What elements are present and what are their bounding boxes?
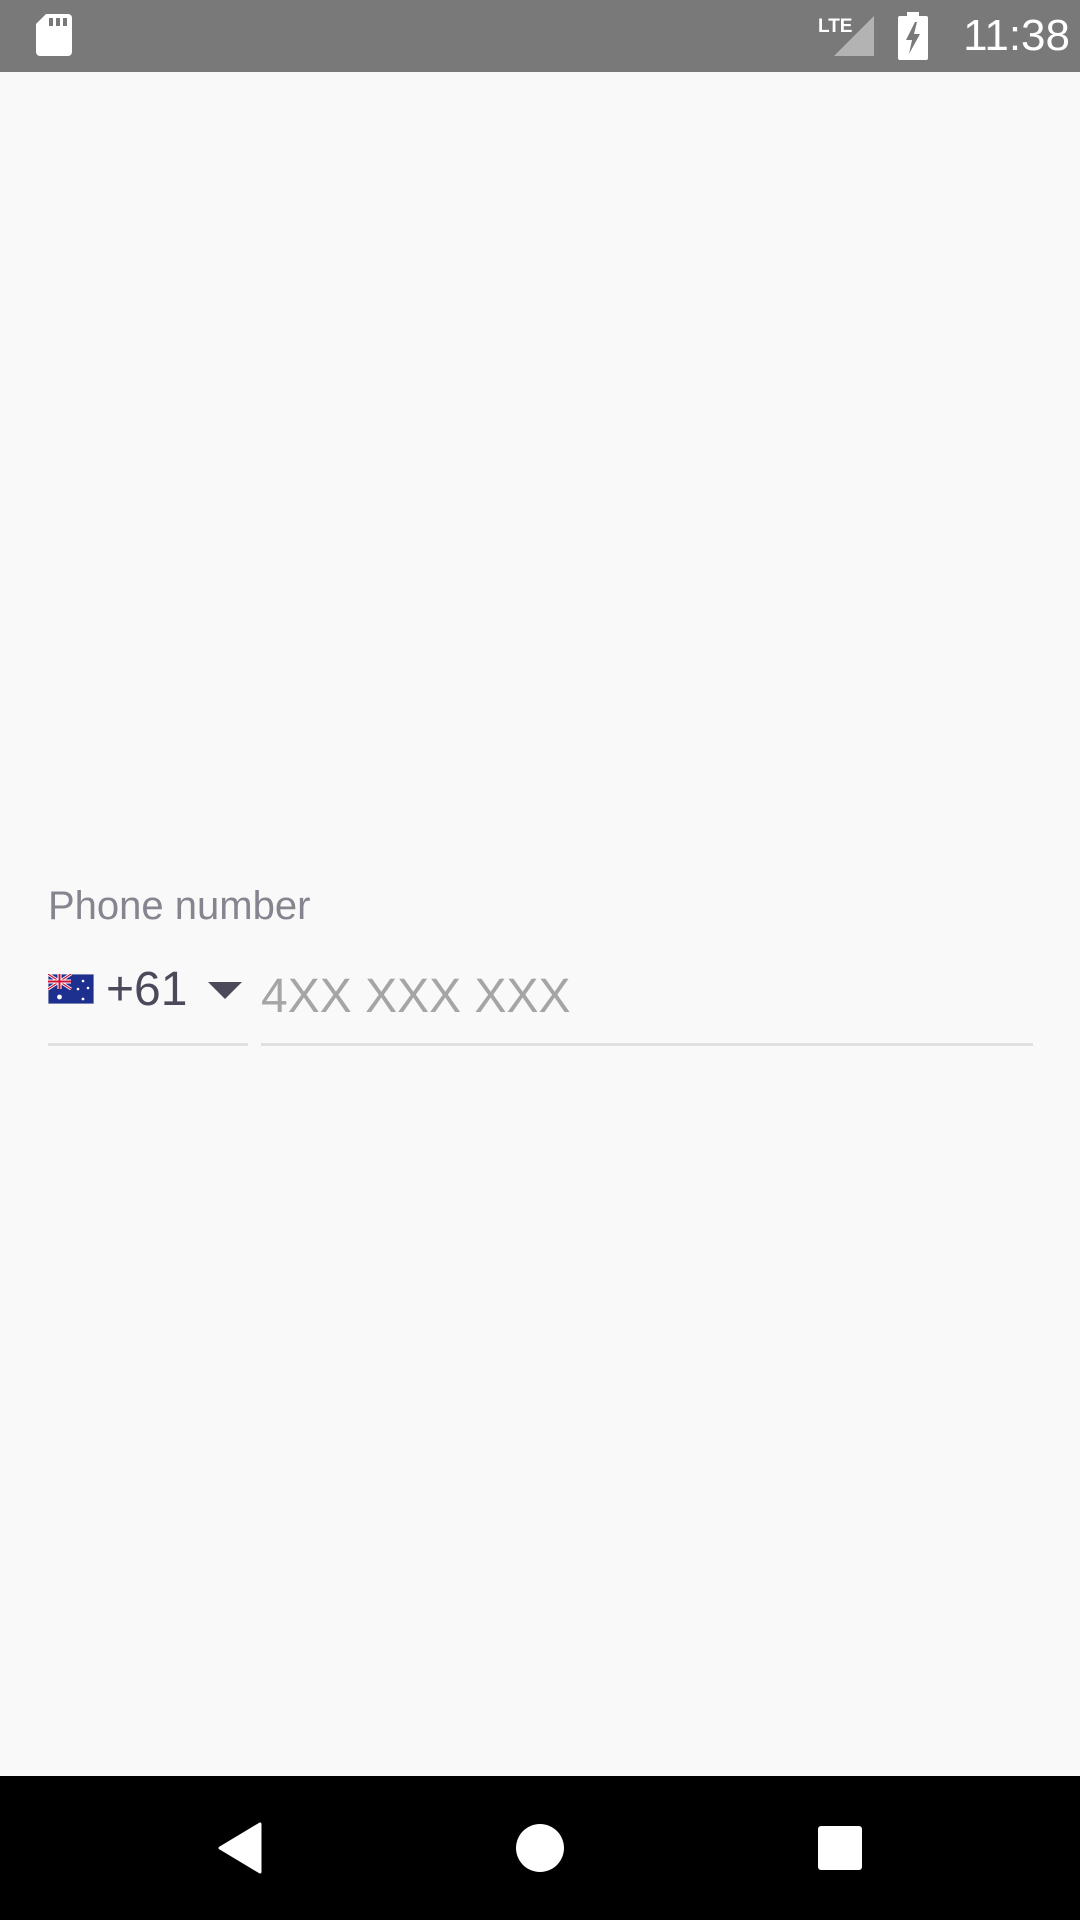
home-button[interactable] (504, 1812, 576, 1884)
status-bar-clock: 11:38 (963, 11, 1070, 60)
home-icon (516, 1824, 564, 1872)
navigation-bar (0, 1776, 1080, 1920)
recents-button[interactable] (804, 1812, 876, 1884)
country-code-picker[interactable]: +61 (48, 950, 248, 1046)
back-button[interactable] (204, 1812, 276, 1884)
dial-code: +61 (106, 963, 188, 1016)
lte-signal-icon: LTE (818, 16, 874, 56)
back-icon (218, 1822, 262, 1874)
country-code-underline (48, 1043, 248, 1046)
phone-number-label: Phone number (48, 884, 311, 928)
recents-icon (818, 1826, 862, 1870)
sd-card-icon (36, 14, 72, 56)
chevron-down-icon (208, 982, 242, 999)
status-bar: LTE 11:38 (0, 0, 1080, 72)
australia-flag-icon (48, 974, 94, 1004)
phone-number-underline (261, 1043, 1033, 1046)
network-type-label: LTE (818, 16, 852, 37)
phone-number-input[interactable] (261, 950, 1033, 1043)
screen: LTE 11:38 Phone number +61 4XX XXX XXX (0, 0, 1080, 1920)
battery-charging-icon (898, 12, 928, 60)
